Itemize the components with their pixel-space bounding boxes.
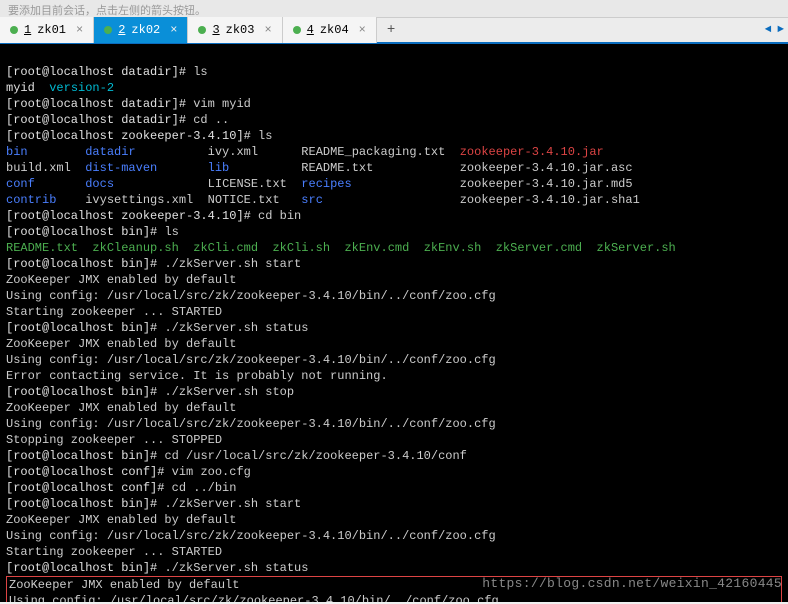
tab-num: 1 xyxy=(24,23,31,37)
out: Stopping zookeeper ... STOPPED xyxy=(6,433,222,447)
file: zookeeper-3.4.10.jar.md5 xyxy=(460,177,633,191)
tab-zk03[interactable]: 3 zk03 × xyxy=(188,17,282,43)
dir: bin xyxy=(6,145,28,159)
file: zkCleanup.sh xyxy=(92,241,178,255)
cmd: ls xyxy=(193,65,207,79)
cmd: ./zkServer.sh stop xyxy=(164,385,294,399)
out: ZooKeeper JMX enabled by default xyxy=(6,273,236,287)
tab-label: zk04 xyxy=(320,23,349,37)
dir: datadir xyxy=(85,145,135,159)
out: version-2 xyxy=(49,81,114,95)
add-tab-button[interactable]: + xyxy=(377,18,405,42)
out: Using config: /usr/local/src/zk/zookeepe… xyxy=(9,594,499,602)
cmd: vim zoo.cfg xyxy=(172,465,251,479)
tab-zk02[interactable]: 2 zk02 × xyxy=(94,17,188,43)
out: Starting zookeeper ... STARTED xyxy=(6,545,222,559)
cmd: vim myid xyxy=(193,97,251,111)
prompt: [root@localhost conf]# xyxy=(6,481,172,495)
close-icon[interactable]: × xyxy=(76,23,83,37)
tab-label: zk01 xyxy=(37,23,66,37)
tab-label: zk02 xyxy=(131,23,160,37)
out: Using config: /usr/local/src/zk/zookeepe… xyxy=(6,353,496,367)
prompt: [root@localhost datadir]# xyxy=(6,65,193,79)
prompt: [root@localhost zookeeper-3.4.10]# xyxy=(6,129,258,143)
prompt: [root@localhost bin]# xyxy=(6,257,164,271)
file: LICENSE.txt xyxy=(208,177,287,191)
prompt: [root@localhost conf]# xyxy=(6,465,172,479)
tab-num: 2 xyxy=(118,23,125,37)
out: Error contacting service. It is probably… xyxy=(6,369,388,383)
cmd: cd /usr/local/src/zk/zookeeper-3.4.10/co… xyxy=(164,449,466,463)
file: zkCli.cmd xyxy=(193,241,258,255)
prompt: [root@localhost zookeeper-3.4.10]# xyxy=(6,209,258,223)
file: README.txt xyxy=(301,161,373,175)
tab-num: 3 xyxy=(212,23,219,37)
dir: src xyxy=(301,193,323,207)
prompt: [root@localhost datadir]# xyxy=(6,113,193,127)
file: ivy.xml xyxy=(208,145,258,159)
tab-num: 4 xyxy=(307,23,314,37)
prompt: [root@localhost bin]# xyxy=(6,449,164,463)
prompt: [root@localhost bin]# xyxy=(6,385,164,399)
cmd: cd ../bin xyxy=(172,481,237,495)
out: Using config: /usr/local/src/zk/zookeepe… xyxy=(6,529,496,543)
out: ZooKeeper JMX enabled by default xyxy=(6,513,236,527)
nav-left-icon[interactable]: ◄ xyxy=(765,24,772,36)
cmd: ./zkServer.sh status xyxy=(164,561,308,575)
file: NOTICE.txt xyxy=(208,193,280,207)
cmd: ls xyxy=(164,225,178,239)
cmd: ./zkServer.sh start xyxy=(164,497,301,511)
out: ZooKeeper JMX enabled by default xyxy=(6,401,236,415)
prompt: [root@localhost bin]# xyxy=(6,497,164,511)
out: Using config: /usr/local/src/zk/zookeepe… xyxy=(6,417,496,431)
prompt: [root@localhost bin]# xyxy=(6,561,164,575)
out: Starting zookeeper ... STARTED xyxy=(6,305,222,319)
status-dot-icon xyxy=(293,26,301,34)
nav-right-icon[interactable]: ► xyxy=(777,24,784,36)
dir: conf xyxy=(6,177,35,191)
file: zkServer.sh xyxy=(597,241,676,255)
prompt: [root@localhost datadir]# xyxy=(6,97,193,111)
highlight-box: ZooKeeper JMX enabled by default Using c… xyxy=(6,576,782,602)
status-dot-icon xyxy=(198,26,206,34)
prompt: [root@localhost bin]# xyxy=(6,225,164,239)
status-dot-icon xyxy=(104,26,112,34)
tab-zk04[interactable]: 4 zk04 × xyxy=(283,17,377,43)
close-icon[interactable]: × xyxy=(170,23,177,37)
close-icon[interactable]: × xyxy=(264,23,271,37)
out: ZooKeeper JMX enabled by default xyxy=(9,578,239,592)
file: README_packaging.txt xyxy=(301,145,445,159)
file: zkServer.cmd xyxy=(496,241,582,255)
close-icon[interactable]: × xyxy=(359,23,366,37)
file: build.xml xyxy=(6,161,71,175)
cmd: cd bin xyxy=(258,209,301,223)
dir: dist-maven xyxy=(85,161,157,175)
file: zookeeper-3.4.10.jar.sha1 xyxy=(460,193,640,207)
out: ZooKeeper JMX enabled by default xyxy=(6,337,236,351)
status-dot-icon xyxy=(10,26,18,34)
dir: contrib xyxy=(6,193,56,207)
top-hint: 要添加目前会话，点击左侧的箭头按钮。 xyxy=(0,0,788,18)
tab-bar: 1 zk01 × 2 zk02 × 3 zk03 × 4 zk04 × + ◄ … xyxy=(0,18,788,44)
dir: lib xyxy=(208,161,230,175)
file: zkEnv.cmd xyxy=(344,241,409,255)
file: ivysettings.xml xyxy=(85,193,193,207)
file: zkCli.sh xyxy=(272,241,330,255)
prompt: [root@localhost bin]# xyxy=(6,321,164,335)
dir: recipes xyxy=(301,177,351,191)
cmd: cd .. xyxy=(193,113,229,127)
terminal[interactable]: [root@localhost datadir]# ls myid versio… xyxy=(0,44,788,602)
out: myid xyxy=(6,81,49,95)
out: Using config: /usr/local/src/zk/zookeepe… xyxy=(6,289,496,303)
tab-zk01[interactable]: 1 zk01 × xyxy=(0,17,94,43)
tab-label: zk03 xyxy=(226,23,255,37)
file: zookeeper-3.4.10.jar.asc xyxy=(460,161,633,175)
cmd: ./zkServer.sh start xyxy=(164,257,301,271)
cmd: ./zkServer.sh status xyxy=(164,321,308,335)
cmd: ls xyxy=(258,129,272,143)
file: zookeeper-3.4.10.jar xyxy=(460,145,604,159)
file: zkEnv.sh xyxy=(424,241,482,255)
file: README.txt xyxy=(6,241,78,255)
dir: docs xyxy=(85,177,114,191)
